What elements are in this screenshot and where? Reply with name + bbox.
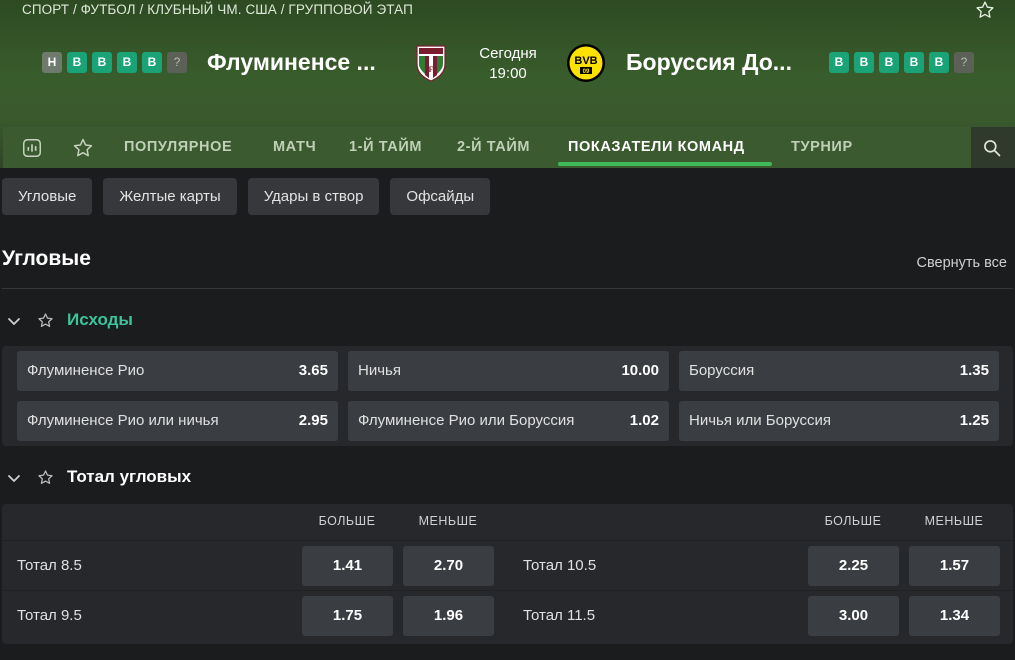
form-chip: В [92, 52, 112, 73]
odd-button[interactable]: Флуминенсе Рио или ничья 2.95 [17, 401, 338, 441]
outcome-odd: 10.00 [621, 362, 659, 379]
match-page: СПОРТ / ФУТБОЛ / КЛУБНЫЙ ЧМ. США / ГРУПП… [0, 0, 1015, 660]
total-under-odd[interactable]: 1.57 [909, 546, 1000, 586]
under-column-header: МЕНЬШЕ [418, 514, 478, 528]
totals-panel: БОЛЬШЕ МЕНЬШЕ БОЛЬШЕ МЕНЬШЕ Тотал 8.5 1.… [2, 504, 1013, 644]
breadcrumb[interactable]: СПОРТ / ФУТБОЛ / КЛУБНЫЙ ЧМ. США / ГРУПП… [22, 2, 413, 17]
tab-second-half[interactable]: 2-Й ТАЙМ [457, 139, 530, 155]
form-chip: В [929, 52, 949, 73]
match-time: Сегодня 19:00 [468, 44, 548, 84]
totals-group-header[interactable]: Тотал угловых [0, 462, 300, 492]
form-chip: В [142, 52, 162, 73]
match-day: Сегодня [479, 45, 537, 62]
section-title: Угловые [2, 247, 91, 270]
outcome-label: Ничья или Боруссия [689, 412, 832, 429]
total-under-odd[interactable]: 1.96 [403, 596, 494, 636]
form-chip: ? [167, 52, 187, 73]
form-chip: В [117, 52, 137, 73]
outcome-label: Флуминенсе Рио или Боруссия [358, 412, 575, 429]
outcome-label: Ничья [358, 362, 401, 379]
form-chip: В [854, 52, 874, 73]
svg-text:09: 09 [583, 69, 590, 75]
tab-first-half[interactable]: 1-Й ТАЙМ [349, 139, 422, 155]
filter-shots-on-target[interactable]: Удары в створ [247, 178, 380, 215]
odd-button[interactable]: Боруссия 1.35 [679, 351, 999, 391]
total-over-odd[interactable]: 1.75 [302, 596, 393, 636]
svg-text:F: F [429, 65, 434, 74]
total-over-odd[interactable]: 1.41 [302, 546, 393, 586]
star-icon[interactable] [37, 312, 54, 329]
tab-bar: ПОПУЛЯРНОЕ МАТЧ 1-Й ТАЙМ 2-Й ТАЙМ ПОКАЗА… [3, 127, 1015, 168]
form-chip: В [67, 52, 87, 73]
total-under-odd[interactable]: 2.70 [403, 546, 494, 586]
form-chip: ? [954, 52, 974, 73]
total-label: Тотал 11.5 [523, 607, 596, 624]
odd-button[interactable]: Ничья 10.00 [348, 351, 669, 391]
outcomes-group-header[interactable]: Исходы [0, 305, 300, 335]
tab-team-stats[interactable]: ПОКАЗАТЕЛИ КОМАНД [568, 139, 745, 155]
section-divider [2, 288, 1013, 289]
filter-corners[interactable]: Угловые [2, 178, 93, 215]
chevron-down-icon[interactable] [6, 313, 22, 329]
form-chip: В [904, 52, 924, 73]
row-divider [2, 540, 1013, 541]
total-over-odd[interactable]: 2.25 [808, 546, 899, 586]
under-column-header: МЕНЬШЕ [924, 514, 984, 528]
active-tab-indicator [558, 162, 772, 166]
home-team-crest-icon: F [416, 45, 446, 82]
filter-offsides[interactable]: Офсайды [390, 178, 491, 215]
total-label: Тотал 8.5 [17, 557, 82, 574]
form-chip: В [879, 52, 899, 73]
outcome-label: Боруссия [689, 362, 755, 379]
market-filters: Угловые Желтые карты Удары в створ Офсай… [2, 178, 491, 215]
collapse-all-link[interactable]: Свернуть все [917, 255, 1007, 271]
total-under-odd[interactable]: 1.34 [909, 596, 1000, 636]
match-hour: 19:00 [489, 65, 527, 82]
outcome-label: Флуминенсе Рио или ничья [27, 412, 219, 429]
total-label: Тотал 9.5 [17, 607, 82, 624]
outcome-odd: 1.35 [959, 362, 989, 379]
row-divider [2, 590, 1013, 591]
tab-match[interactable]: МАТЧ [273, 139, 316, 155]
form-chip: Н [42, 52, 62, 73]
tab-tournament[interactable]: ТУРНИР [791, 139, 853, 155]
search-icon [984, 140, 1001, 157]
star-icon[interactable] [37, 469, 54, 486]
chevron-down-icon[interactable] [6, 470, 22, 486]
total-label: Тотал 10.5 [523, 557, 597, 574]
search-button[interactable] [971, 127, 1015, 168]
over-column-header: БОЛЬШЕ [318, 514, 376, 528]
odd-button[interactable]: Ничья или Боруссия 1.25 [679, 401, 999, 441]
form-chip: В [829, 52, 849, 73]
away-form: В В В В В ? [829, 52, 974, 73]
filter-yellow-cards[interactable]: Желтые карты [103, 178, 237, 215]
outcomes-title: Исходы [67, 310, 133, 329]
outcome-odd: 2.95 [298, 412, 328, 429]
outcome-label: Флуминенсе Рио [27, 362, 145, 379]
totals-title: Тотал угловых [67, 467, 192, 486]
favorites-star-icon[interactable] [72, 137, 94, 159]
over-column-header: БОЛЬШЕ [824, 514, 882, 528]
tab-popular[interactable]: ПОПУЛЯРНОЕ [124, 139, 232, 155]
stats-icon[interactable] [21, 137, 43, 159]
odd-button[interactable]: Флуминенсе Рио 3.65 [17, 351, 338, 391]
outcome-odd: 1.02 [629, 412, 659, 429]
home-team-name[interactable]: Флуминенсе ... [207, 49, 376, 76]
svg-text:BVB: BVB [574, 55, 597, 67]
outcome-odd: 1.25 [959, 412, 989, 429]
outcome-odd: 3.65 [298, 362, 328, 379]
total-over-odd[interactable]: 3.00 [808, 596, 899, 636]
away-team-name[interactable]: Боруссия До... [626, 49, 792, 76]
odd-button[interactable]: Флуминенсе Рио или Боруссия 1.02 [348, 401, 669, 441]
favorite-star-icon[interactable] [975, 0, 995, 20]
home-form: Н В В В В ? [42, 52, 187, 73]
away-team-crest-icon: BVB 09 [567, 44, 605, 82]
outcomes-panel: Флуминенсе Рио 3.65 Ничья 10.00 Боруссия… [2, 346, 1013, 446]
